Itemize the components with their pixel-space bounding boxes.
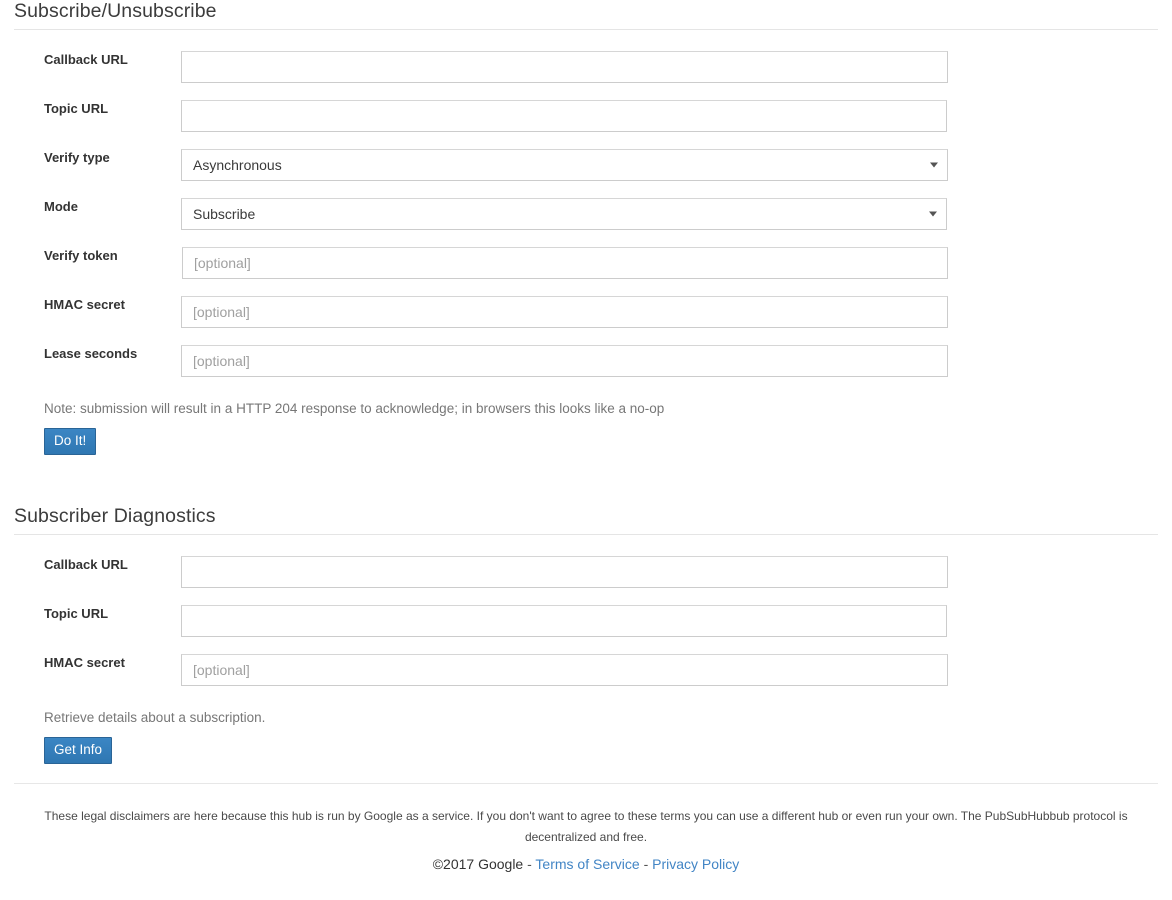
- form-row-verify-token: Verify token [optional]: [0, 247, 1172, 296]
- page-title: Subscribe/Unsubscribe: [14, 0, 217, 22]
- input-diag-topic-url[interactable]: [181, 605, 947, 637]
- footer-disclaimer: These legal disclaimers are here because…: [44, 809, 1128, 844]
- select-mode[interactable]: Subscribe: [181, 198, 947, 230]
- footer-separator-2: -: [643, 856, 649, 872]
- label-diag-topic-url: Topic URL: [44, 606, 109, 621]
- label-hmac-secret: HMAC secret: [44, 297, 125, 312]
- label-lease-seconds: Lease seconds: [44, 346, 138, 361]
- do-it-button[interactable]: Do It!: [44, 428, 97, 455]
- diagnostics-note: Retrieve details about a subscription.: [44, 710, 266, 725]
- form-row-callback-url: Callback URL: [0, 51, 1172, 100]
- label-mode: Mode: [44, 199, 78, 214]
- label-verify-type: Verify type: [44, 150, 110, 165]
- section-divider: [14, 29, 1158, 30]
- chevron-down-icon: [930, 162, 938, 168]
- privacy-policy-link[interactable]: Privacy Policy: [652, 856, 739, 872]
- input-topic-url[interactable]: [181, 100, 947, 132]
- input-callback-url[interactable]: [181, 51, 948, 83]
- select-verify-type-value: Asynchronous: [193, 157, 282, 173]
- label-diag-callback-url: Callback URL: [44, 557, 128, 572]
- label-callback-url: Callback URL: [44, 52, 128, 67]
- input-verify-token[interactable]: [optional]: [182, 247, 948, 279]
- input-hmac-secret[interactable]: [optional]: [181, 296, 948, 328]
- form-row-diag-callback-url: Callback URL: [0, 556, 1172, 605]
- section-subscriber-diagnostics: Subscriber Diagnostics: [0, 505, 1172, 535]
- section-subscribe-unsubscribe: Subscribe/Unsubscribe: [0, 0, 1172, 30]
- get-info-button[interactable]: Get Info: [44, 737, 113, 764]
- chevron-down-icon: [929, 211, 937, 217]
- input-hmac-secret-placeholder: [optional]: [193, 304, 250, 320]
- section-title-diagnostics: Subscriber Diagnostics: [14, 505, 216, 527]
- form-row-mode: Mode Subscribe: [0, 198, 1172, 247]
- footer-separator-1: -: [527, 856, 532, 872]
- select-verify-type[interactable]: Asynchronous: [181, 149, 948, 181]
- subscribe-note: Note: submission will result in a HTTP 2…: [44, 401, 665, 416]
- input-lease-seconds-placeholder: [optional]: [193, 353, 250, 369]
- form-row-diag-topic-url: Topic URL: [0, 605, 1172, 654]
- input-diag-hmac-secret-placeholder: [optional]: [193, 662, 250, 678]
- footer-copyright-line: ©2017 Google - Terms of Service - Privac…: [14, 855, 1158, 874]
- terms-of-service-link[interactable]: Terms of Service: [535, 856, 639, 872]
- select-mode-value: Subscribe: [193, 206, 256, 222]
- page-root: Subscribe/Unsubscribe Callback URL Topic…: [0, 0, 1172, 900]
- form-row-topic-url: Topic URL: [0, 100, 1172, 149]
- form-row-verify-type: Verify type Asynchronous: [0, 149, 1172, 198]
- label-diag-hmac-secret: HMAC secret: [44, 655, 125, 670]
- input-diag-hmac-secret[interactable]: [optional]: [181, 654, 948, 686]
- input-verify-token-placeholder: [optional]: [194, 255, 251, 271]
- section-divider: [14, 534, 1158, 535]
- footer-divider: [14, 783, 1158, 784]
- input-lease-seconds[interactable]: [optional]: [181, 345, 948, 377]
- input-diag-callback-url[interactable]: [181, 556, 948, 588]
- copyright-text: ©2017 Google: [432, 856, 524, 872]
- label-verify-token: Verify token: [44, 248, 118, 263]
- form-row-hmac-secret: HMAC secret [optional]: [0, 296, 1172, 345]
- label-topic-url: Topic URL: [44, 101, 109, 116]
- form-row-diag-hmac-secret: HMAC secret [optional]: [0, 654, 1172, 703]
- form-row-lease-seconds: Lease seconds [optional]: [0, 345, 1172, 394]
